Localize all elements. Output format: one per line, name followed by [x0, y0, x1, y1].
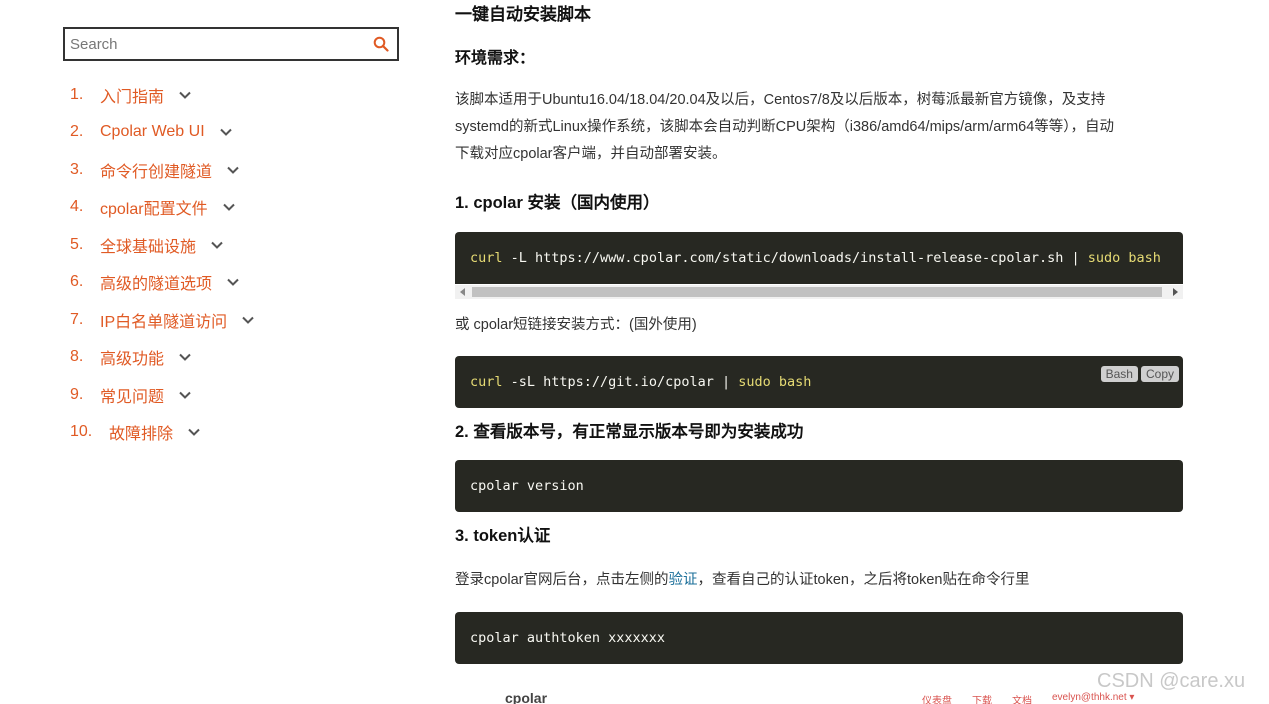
csdn-watermark: CSDN @care.xu [1097, 670, 1246, 692]
code-block-version: cpolar version [455, 460, 1183, 512]
code-block-short-link: curl -sL https://git.io/cpolar | sudo ba… [455, 356, 1183, 408]
sidebar-nav: 1. 入门指南 2. Cpolar Web UI 3. 命令行创建隧道 4. c… [70, 76, 255, 451]
scroll-right-icon[interactable] [1173, 288, 1178, 296]
footer-link-download[interactable]: 下载 [972, 692, 992, 704]
code-line: cpolar version [470, 478, 584, 494]
nav-item-label: IP白名单隧道访问 [100, 313, 228, 331]
nav-item-number: 1. [70, 85, 84, 103]
nav-item-label: 全球基础设施 [100, 238, 197, 256]
search-input[interactable] [65, 29, 360, 59]
nav-item-number: 2. [70, 123, 84, 141]
nav-item-label: 常见问题 [100, 388, 165, 406]
verify-link[interactable]: 验证 [669, 572, 698, 588]
nav-item-label: 故障排除 [109, 426, 174, 444]
nav-item-label: Cpolar Web UI [100, 123, 205, 141]
code-line: cpolar authtoken xxxxxxx [470, 630, 666, 646]
nav-item-web-ui[interactable]: 2. Cpolar Web UI [70, 114, 255, 152]
env-heading: 环境需求： [455, 50, 536, 67]
alt-install-note: 或 cpolar短链接安装方式：(国外使用) [455, 317, 697, 333]
token-note-text: 登录cpolar官网后台，点击左侧的 [455, 572, 669, 588]
cpolar-logo: cpolar [505, 690, 548, 704]
nav-item-config-file[interactable]: 4. cpolar配置文件 [70, 189, 255, 227]
step1-heading: 1. cpolar 安装（国内使用） [455, 194, 660, 212]
nav-item-label: 命令行创建隧道 [100, 163, 213, 181]
code-args: -sL https://git.io/cpolar | [502, 374, 739, 390]
step2-heading: 2. 查看版本号，有正常显示版本号即为安装成功 [455, 423, 804, 441]
nav-item-label: 高级的隧道选项 [100, 276, 213, 294]
code-badges: Bash Copy [1100, 366, 1179, 382]
nav-item-getting-started[interactable]: 1. 入门指南 [70, 76, 255, 114]
code-horizontal-scrollbar[interactable] [455, 285, 1183, 299]
footer-nav: 仪表盘 下载 文档 evelyn@thhk.net ▾ [922, 692, 1134, 704]
code-pipe-command: sudo bash [1087, 250, 1161, 266]
nav-item-number: 3. [70, 160, 84, 178]
nav-item-number: 4. [70, 198, 84, 216]
code-command: curl [470, 250, 503, 266]
nav-item-number: 7. [70, 310, 84, 328]
section-heading-install-script: 一键自动安装脚本 [455, 5, 591, 24]
token-note: 登录cpolar官网后台，点击左侧的验证，查看自己的认证token，之后将tok… [455, 568, 1029, 589]
code-line: curl -L https://www.cpolar.com/static/do… [470, 250, 1161, 266]
nav-item-number: 10. [70, 423, 93, 441]
nav-item-troubleshooting[interactable]: 10. 故障排除 [70, 414, 255, 452]
env-paragraph: 该脚本适用于Ubuntu16.04/18.04/20.04及以后，Centos7… [455, 87, 1183, 168]
code-pipe-command: sudo bash [738, 374, 812, 390]
search-box[interactable] [63, 27, 399, 61]
env-line: 该脚本适用于Ubuntu16.04/18.04/20.04及以后，Centos7… [455, 92, 1106, 108]
nav-item-number: 5. [70, 235, 84, 253]
chevron-down-icon[interactable] [219, 125, 233, 139]
footer-link-account[interactable]: evelyn@thhk.net ▾ [1052, 692, 1134, 704]
nav-item-infrastructure[interactable]: 5. 全球基础设施 [70, 226, 255, 264]
chevron-down-icon[interactable] [226, 163, 240, 177]
chevron-down-icon[interactable] [178, 388, 192, 402]
language-badge: Bash [1100, 366, 1138, 382]
nav-item-label: 入门指南 [100, 88, 165, 106]
code-line: curl -sL https://git.io/cpolar | sudo ba… [470, 374, 811, 390]
footer-link-dashboard[interactable]: 仪表盘 [922, 692, 952, 704]
nav-item-ip-whitelist[interactable]: 7. IP白名单隧道访问 [70, 301, 255, 339]
nav-item-number: 6. [70, 273, 84, 291]
chevron-down-icon[interactable] [210, 238, 224, 252]
footer-link-docs[interactable]: 文档 [1012, 692, 1032, 704]
env-line: 下载对应cpolar客户端，并自动部署安装。 [455, 146, 727, 162]
code-command: curl [470, 374, 503, 390]
search-icon[interactable] [373, 36, 389, 52]
scroll-left-icon[interactable] [460, 288, 465, 296]
code-block-install: curl -L https://www.cpolar.com/static/do… [455, 232, 1183, 284]
nav-item-label: cpolar配置文件 [100, 201, 208, 219]
nav-item-cli-tunnel[interactable]: 3. 命令行创建隧道 [70, 151, 255, 189]
scrollbar-thumb[interactable] [472, 287, 1162, 297]
nav-item-number: 9. [70, 385, 84, 403]
chevron-down-icon[interactable] [178, 350, 192, 364]
step3-heading: 3. token认证 [455, 527, 551, 545]
copy-button[interactable]: Copy [1140, 366, 1179, 382]
sidebar: 1. 入门指南 2. Cpolar Web UI 3. 命令行创建隧道 4. c… [0, 0, 420, 704]
env-line: systemd的新式Linux操作系统，该脚本会自动判断CPU架构（i386/a… [455, 119, 1115, 135]
nav-item-faq[interactable]: 9. 常见问题 [70, 376, 255, 414]
code-args: -L https://www.cpolar.com/static/downloa… [502, 250, 1088, 266]
nav-item-label: 高级功能 [100, 351, 165, 369]
chevron-down-icon[interactable] [241, 313, 255, 327]
chevron-down-icon[interactable] [178, 88, 192, 102]
nav-item-number: 8. [70, 348, 84, 366]
code-block-authtoken: cpolar authtoken xxxxxxx [455, 612, 1183, 664]
chevron-down-icon[interactable] [222, 200, 236, 214]
nav-item-advanced-features[interactable]: 8. 高级功能 [70, 339, 255, 377]
token-note-text: ，查看自己的认证token，之后将token贴在命令行里 [697, 572, 1030, 588]
chevron-down-icon[interactable] [226, 275, 240, 289]
chevron-down-icon[interactable] [187, 425, 201, 439]
nav-item-advanced-tunnel[interactable]: 6. 高级的隧道选项 [70, 264, 255, 302]
